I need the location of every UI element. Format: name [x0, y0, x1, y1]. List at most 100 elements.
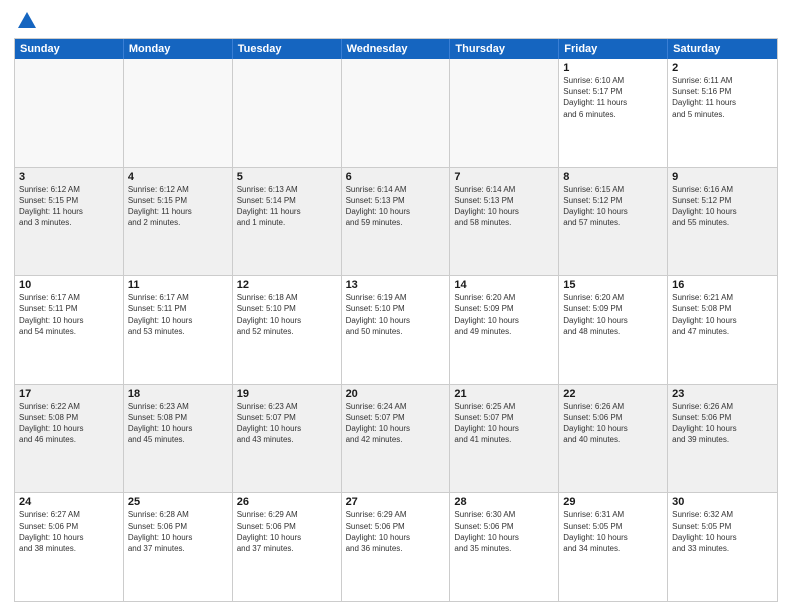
day-info: Sunrise: 6:13 AM Sunset: 5:14 PM Dayligh…: [237, 184, 337, 229]
day-info: Sunrise: 6:26 AM Sunset: 5:06 PM Dayligh…: [672, 401, 773, 446]
day-number: 6: [346, 171, 446, 183]
day-number: 25: [128, 496, 228, 508]
day-number: 4: [128, 171, 228, 183]
calendar-row-1: 1Sunrise: 6:10 AM Sunset: 5:17 PM Daylig…: [15, 59, 777, 168]
header: [14, 10, 778, 30]
day-info: Sunrise: 6:11 AM Sunset: 5:16 PM Dayligh…: [672, 75, 773, 120]
day-info: Sunrise: 6:27 AM Sunset: 5:06 PM Dayligh…: [19, 509, 119, 554]
day-info: Sunrise: 6:32 AM Sunset: 5:05 PM Dayligh…: [672, 509, 773, 554]
calendar: SundayMondayTuesdayWednesdayThursdayFrid…: [14, 38, 778, 602]
day-number: 27: [346, 496, 446, 508]
day-number: 7: [454, 171, 554, 183]
calendar-body: 1Sunrise: 6:10 AM Sunset: 5:17 PM Daylig…: [15, 59, 777, 601]
day-info: Sunrise: 6:24 AM Sunset: 5:07 PM Dayligh…: [346, 401, 446, 446]
day-number: 20: [346, 388, 446, 400]
day-info: Sunrise: 6:15 AM Sunset: 5:12 PM Dayligh…: [563, 184, 663, 229]
day-number: 1: [563, 62, 663, 74]
day-info: Sunrise: 6:12 AM Sunset: 5:15 PM Dayligh…: [128, 184, 228, 229]
calendar-cell: 2Sunrise: 6:11 AM Sunset: 5:16 PM Daylig…: [668, 59, 777, 167]
day-number: 23: [672, 388, 773, 400]
day-number: 24: [19, 496, 119, 508]
calendar-cell: 14Sunrise: 6:20 AM Sunset: 5:09 PM Dayli…: [450, 276, 559, 384]
day-info: Sunrise: 6:29 AM Sunset: 5:06 PM Dayligh…: [237, 509, 337, 554]
day-number: 22: [563, 388, 663, 400]
calendar-cell: 13Sunrise: 6:19 AM Sunset: 5:10 PM Dayli…: [342, 276, 451, 384]
calendar-cell: [342, 59, 451, 167]
calendar-row-3: 10Sunrise: 6:17 AM Sunset: 5:11 PM Dayli…: [15, 276, 777, 385]
day-info: Sunrise: 6:10 AM Sunset: 5:17 PM Dayligh…: [563, 75, 663, 120]
day-info: Sunrise: 6:17 AM Sunset: 5:11 PM Dayligh…: [19, 292, 119, 337]
calendar-cell: [124, 59, 233, 167]
calendar-cell: 22Sunrise: 6:26 AM Sunset: 5:06 PM Dayli…: [559, 385, 668, 493]
day-number: 26: [237, 496, 337, 508]
header-cell-thursday: Thursday: [450, 39, 559, 59]
day-info: Sunrise: 6:12 AM Sunset: 5:15 PM Dayligh…: [19, 184, 119, 229]
calendar-cell: [233, 59, 342, 167]
calendar-cell: 16Sunrise: 6:21 AM Sunset: 5:08 PM Dayli…: [668, 276, 777, 384]
calendar-cell: 1Sunrise: 6:10 AM Sunset: 5:17 PM Daylig…: [559, 59, 668, 167]
day-number: 28: [454, 496, 554, 508]
calendar-cell: 27Sunrise: 6:29 AM Sunset: 5:06 PM Dayli…: [342, 493, 451, 601]
calendar-cell: 7Sunrise: 6:14 AM Sunset: 5:13 PM Daylig…: [450, 168, 559, 276]
calendar-row-5: 24Sunrise: 6:27 AM Sunset: 5:06 PM Dayli…: [15, 493, 777, 601]
calendar-cell: [450, 59, 559, 167]
calendar-cell: 6Sunrise: 6:14 AM Sunset: 5:13 PM Daylig…: [342, 168, 451, 276]
calendar-cell: 11Sunrise: 6:17 AM Sunset: 5:11 PM Dayli…: [124, 276, 233, 384]
day-number: 29: [563, 496, 663, 508]
day-info: Sunrise: 6:16 AM Sunset: 5:12 PM Dayligh…: [672, 184, 773, 229]
day-number: 10: [19, 279, 119, 291]
calendar-cell: 29Sunrise: 6:31 AM Sunset: 5:05 PM Dayli…: [559, 493, 668, 601]
day-info: Sunrise: 6:17 AM Sunset: 5:11 PM Dayligh…: [128, 292, 228, 337]
calendar-cell: 26Sunrise: 6:29 AM Sunset: 5:06 PM Dayli…: [233, 493, 342, 601]
day-number: 15: [563, 279, 663, 291]
day-info: Sunrise: 6:19 AM Sunset: 5:10 PM Dayligh…: [346, 292, 446, 337]
calendar-cell: 17Sunrise: 6:22 AM Sunset: 5:08 PM Dayli…: [15, 385, 124, 493]
logo-icon: [16, 10, 38, 32]
day-number: 12: [237, 279, 337, 291]
day-number: 3: [19, 171, 119, 183]
calendar-cell: 21Sunrise: 6:25 AM Sunset: 5:07 PM Dayli…: [450, 385, 559, 493]
day-info: Sunrise: 6:23 AM Sunset: 5:08 PM Dayligh…: [128, 401, 228, 446]
day-number: 5: [237, 171, 337, 183]
calendar-cell: 4Sunrise: 6:12 AM Sunset: 5:15 PM Daylig…: [124, 168, 233, 276]
calendar-cell: 18Sunrise: 6:23 AM Sunset: 5:08 PM Dayli…: [124, 385, 233, 493]
day-number: 16: [672, 279, 773, 291]
day-info: Sunrise: 6:30 AM Sunset: 5:06 PM Dayligh…: [454, 509, 554, 554]
calendar-cell: 24Sunrise: 6:27 AM Sunset: 5:06 PM Dayli…: [15, 493, 124, 601]
day-info: Sunrise: 6:14 AM Sunset: 5:13 PM Dayligh…: [454, 184, 554, 229]
header-cell-friday: Friday: [559, 39, 668, 59]
calendar-row-4: 17Sunrise: 6:22 AM Sunset: 5:08 PM Dayli…: [15, 385, 777, 494]
calendar-cell: 12Sunrise: 6:18 AM Sunset: 5:10 PM Dayli…: [233, 276, 342, 384]
calendar-cell: 15Sunrise: 6:20 AM Sunset: 5:09 PM Dayli…: [559, 276, 668, 384]
calendar-cell: 10Sunrise: 6:17 AM Sunset: 5:11 PM Dayli…: [15, 276, 124, 384]
calendar-cell: 9Sunrise: 6:16 AM Sunset: 5:12 PM Daylig…: [668, 168, 777, 276]
day-number: 8: [563, 171, 663, 183]
calendar-cell: 30Sunrise: 6:32 AM Sunset: 5:05 PM Dayli…: [668, 493, 777, 601]
calendar-cell: [15, 59, 124, 167]
day-number: 30: [672, 496, 773, 508]
calendar-cell: 20Sunrise: 6:24 AM Sunset: 5:07 PM Dayli…: [342, 385, 451, 493]
day-number: 14: [454, 279, 554, 291]
calendar-header: SundayMondayTuesdayWednesdayThursdayFrid…: [15, 39, 777, 59]
calendar-cell: 23Sunrise: 6:26 AM Sunset: 5:06 PM Dayli…: [668, 385, 777, 493]
day-number: 13: [346, 279, 446, 291]
day-info: Sunrise: 6:31 AM Sunset: 5:05 PM Dayligh…: [563, 509, 663, 554]
day-info: Sunrise: 6:28 AM Sunset: 5:06 PM Dayligh…: [128, 509, 228, 554]
day-number: 9: [672, 171, 773, 183]
calendar-cell: 28Sunrise: 6:30 AM Sunset: 5:06 PM Dayli…: [450, 493, 559, 601]
header-cell-monday: Monday: [124, 39, 233, 59]
day-info: Sunrise: 6:25 AM Sunset: 5:07 PM Dayligh…: [454, 401, 554, 446]
day-info: Sunrise: 6:29 AM Sunset: 5:06 PM Dayligh…: [346, 509, 446, 554]
calendar-cell: 19Sunrise: 6:23 AM Sunset: 5:07 PM Dayli…: [233, 385, 342, 493]
day-number: 21: [454, 388, 554, 400]
page: SundayMondayTuesdayWednesdayThursdayFrid…: [0, 0, 792, 612]
day-info: Sunrise: 6:20 AM Sunset: 5:09 PM Dayligh…: [454, 292, 554, 337]
day-number: 17: [19, 388, 119, 400]
day-info: Sunrise: 6:21 AM Sunset: 5:08 PM Dayligh…: [672, 292, 773, 337]
day-info: Sunrise: 6:20 AM Sunset: 5:09 PM Dayligh…: [563, 292, 663, 337]
day-number: 19: [237, 388, 337, 400]
header-cell-wednesday: Wednesday: [342, 39, 451, 59]
day-info: Sunrise: 6:22 AM Sunset: 5:08 PM Dayligh…: [19, 401, 119, 446]
calendar-cell: 25Sunrise: 6:28 AM Sunset: 5:06 PM Dayli…: [124, 493, 233, 601]
header-cell-saturday: Saturday: [668, 39, 777, 59]
